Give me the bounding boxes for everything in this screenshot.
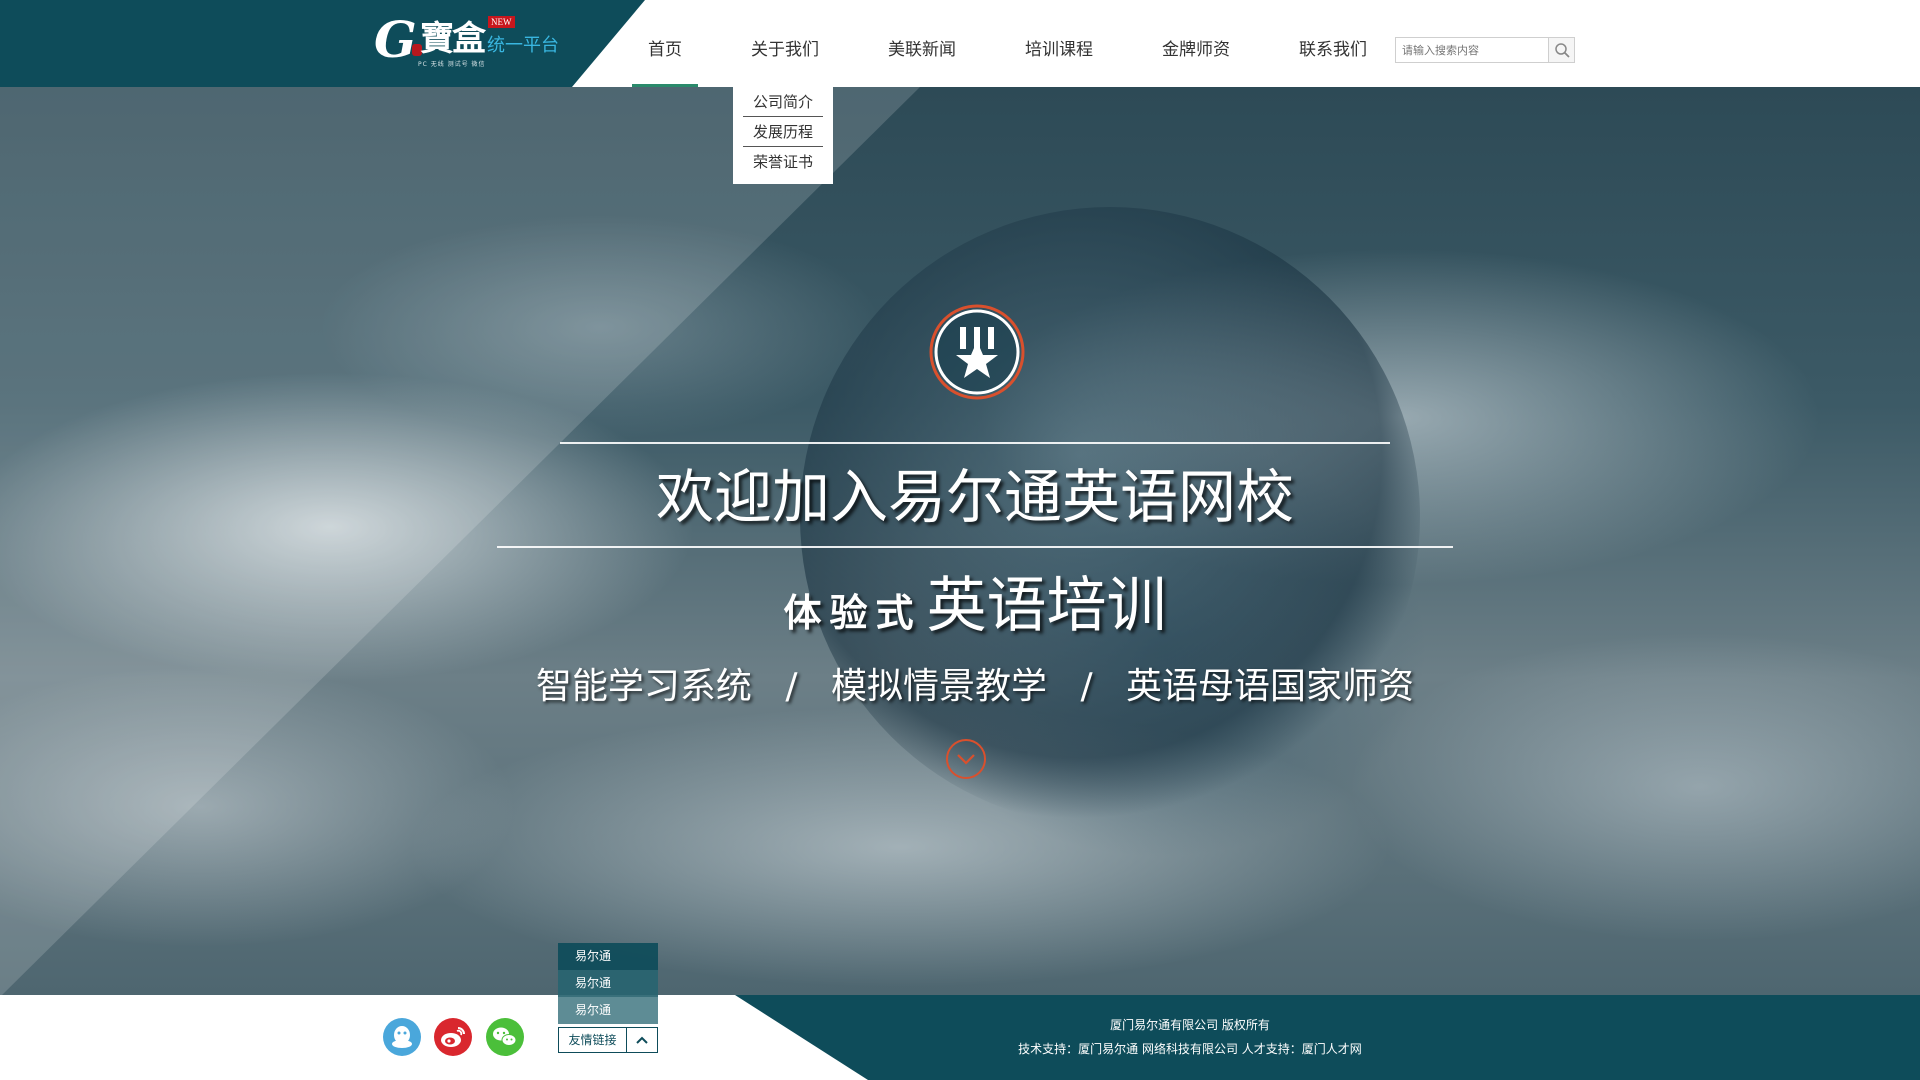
feature-separator: / — [1080, 666, 1093, 707]
logo-name: 寶盒 — [420, 19, 486, 59]
logo-mark: G — [374, 10, 417, 69]
qq-button[interactable] — [383, 1018, 421, 1056]
wechat-button[interactable] — [486, 1018, 524, 1056]
hero-title: 欢迎加入易尔通英语网校 — [655, 463, 1294, 531]
feature-item: 智能学习系统 — [535, 666, 752, 707]
friend-links-bar: 友情链接 — [558, 1027, 658, 1053]
chevron-down-icon — [957, 754, 975, 765]
search-box — [1395, 37, 1575, 63]
friend-links-label[interactable]: 友情链接 — [559, 1028, 626, 1052]
qq-icon — [392, 1026, 412, 1048]
nav-contact[interactable]: 联系我们 — [1290, 0, 1376, 87]
scroll-down-button[interactable] — [946, 739, 986, 779]
dropdown-item-company-profile[interactable]: 公司简介 — [743, 87, 823, 117]
friend-links-menu: 易尔通 易尔通 易尔通 — [558, 943, 658, 1025]
logo-tagline: PC 无线 测试号 微信 — [418, 61, 486, 68]
support-text: 技术支持：厦门易尔通 网络科技有限公司 人才支持：厦门人才网 — [1018, 1042, 1362, 1056]
copyright-text: 厦门易尔通有限公司 版权所有 — [1110, 1018, 1270, 1032]
friend-link-item[interactable]: 易尔通 — [558, 970, 658, 997]
friend-links-toggle[interactable] — [626, 1028, 657, 1052]
feature-item: 模拟情景教学 — [830, 666, 1047, 707]
title-divider-top — [560, 442, 1390, 444]
hero-features: 智能学习系统 / 模拟情景教学 / 英语母语国家师资 — [460, 662, 1490, 712]
feature-separator: / — [785, 666, 798, 707]
nav-teachers[interactable]: 金牌师资 — [1153, 0, 1239, 87]
site-logo[interactable]: G 寶盒 PC 无线 测试号 微信 NEW 统一平台 — [374, 10, 574, 74]
nav-news[interactable]: 美联新闻 — [879, 0, 965, 87]
friend-link-item[interactable]: 易尔通 — [558, 943, 658, 970]
search-button[interactable] — [1548, 38, 1574, 62]
platform-label: 统一平台 — [487, 35, 559, 56]
title-divider-bottom — [497, 546, 1453, 548]
new-badge: NEW — [488, 16, 515, 28]
dropdown-item-history[interactable]: 发展历程 — [743, 117, 823, 147]
wechat-icon — [493, 1027, 517, 1046]
friend-link-item[interactable]: 易尔通 — [558, 997, 658, 1024]
hero-subtitle-prefix: 体验式 — [783, 591, 922, 635]
medal-star-icon — [929, 304, 1025, 400]
search-input[interactable] — [1396, 38, 1546, 62]
weibo-icon — [441, 1027, 465, 1047]
footer-panel — [735, 995, 1920, 1080]
hero-subtitle-main: 英语培训 — [926, 571, 1167, 641]
site-header: G 寶盒 PC 无线 测试号 微信 NEW 统一平台 首页 关于我们 美联新闻 … — [0, 0, 1920, 87]
weibo-button[interactable] — [434, 1018, 472, 1056]
nav-about[interactable]: 关于我们 — [742, 0, 828, 87]
search-icon — [1555, 43, 1570, 58]
about-dropdown-menu: 公司简介 发展历程 荣誉证书 — [733, 87, 833, 184]
nav-home[interactable]: 首页 — [632, 0, 698, 87]
hero-subtitle: 体验式 英语培训 — [460, 568, 1490, 659]
chevron-up-icon — [636, 1036, 648, 1044]
nav-courses[interactable]: 培训课程 — [1016, 0, 1102, 87]
hero-banner — [0, 87, 1920, 995]
dropdown-item-honors[interactable]: 荣誉证书 — [743, 147, 823, 177]
feature-item: 英语母语国家师资 — [1126, 666, 1415, 707]
